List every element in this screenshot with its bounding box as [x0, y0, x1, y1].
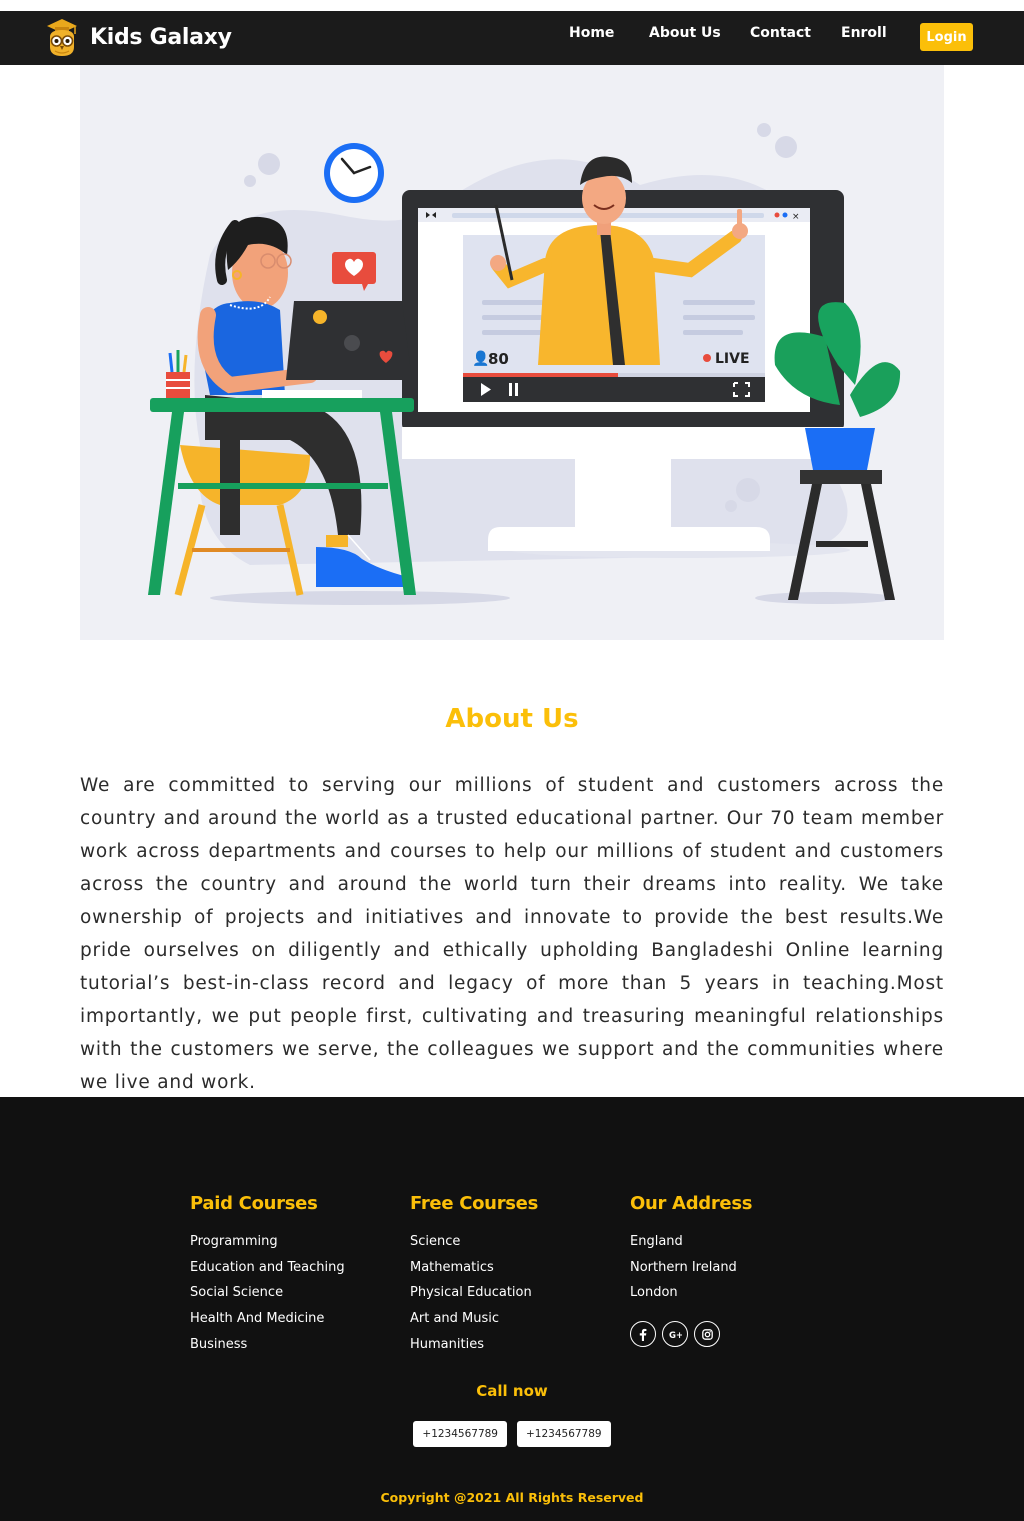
free-course-item[interactable]: Mathematics	[410, 1255, 610, 1281]
paid-course-item[interactable]: Social Science	[190, 1280, 390, 1306]
navbar: Kids Galaxy Home About Us Contact Enroll…	[0, 11, 1024, 65]
social-links: G+	[630, 1321, 830, 1348]
nav-about-us[interactable]: About Us	[649, 25, 721, 41]
free-course-item[interactable]: Physical Education	[410, 1280, 610, 1306]
phone-list: +1234567789 +1234567789	[0, 1421, 1024, 1447]
paid-courses-column: Paid Courses Programming Education and T…	[190, 1193, 390, 1358]
login-button[interactable]: Login	[920, 23, 973, 51]
call-now-title: Call now	[476, 1382, 548, 1400]
phone-button[interactable]: +1234567789	[517, 1421, 611, 1447]
nav-enroll[interactable]: Enroll	[841, 25, 887, 41]
address-line: London	[630, 1285, 678, 1301]
online-learning-illustration: × 👤 80 LIVE	[148, 123, 901, 605]
address-line: England	[630, 1234, 683, 1249]
footer: Paid Courses Programming Education and T…	[0, 1097, 1024, 1521]
instagram-icon[interactable]	[694, 1321, 720, 1348]
paid-course-item[interactable]: Health And Medicine	[190, 1306, 390, 1332]
nav-home[interactable]: Home	[569, 25, 614, 41]
free-course-item[interactable]: Humanities	[410, 1332, 610, 1358]
free-course-item[interactable]: Science	[410, 1229, 610, 1255]
phone-button[interactable]: +1234567789	[413, 1421, 507, 1447]
brand-name: Kids Galaxy	[90, 24, 232, 50]
nav-contact[interactable]: Contact	[750, 25, 811, 41]
about-text: We are committed to serving our millions…	[80, 775, 944, 1093]
free-course-item[interactable]: Art and Music	[410, 1306, 610, 1332]
svg-text:👤: 👤	[472, 350, 489, 367]
live-label: LIVE	[715, 351, 750, 367]
top-strip	[0, 0, 1024, 11]
paid-courses-title: Paid Courses	[190, 1193, 318, 1214]
about-title: About Us	[445, 704, 579, 734]
address-title: Our Address	[630, 1193, 753, 1214]
hero-banner: × 👤 80 LIVE	[80, 65, 944, 640]
paid-course-item[interactable]: Business	[190, 1332, 390, 1358]
paid-course-item[interactable]: Programming	[190, 1229, 390, 1255]
copyright: Copyright @2021 All Rights Reserved	[380, 1490, 644, 1505]
address-line: Northern Ireland	[630, 1259, 737, 1275]
viewer-count: 80	[488, 350, 509, 368]
owl-graduation-icon	[47, 19, 77, 56]
svg-text:×: ×	[792, 212, 800, 222]
svg-text:G+: G+	[669, 1331, 682, 1339]
brand[interactable]: Kids Galaxy	[46, 17, 232, 57]
paid-course-item[interactable]: Education and Teaching	[190, 1255, 390, 1281]
free-courses-title: Free Courses	[410, 1193, 539, 1214]
address-column: Our Address England Northern Ireland Lon…	[630, 1193, 830, 1348]
free-courses-column: Free Courses Science Mathematics Physica…	[410, 1193, 610, 1358]
google-plus-icon[interactable]: G+	[662, 1321, 688, 1348]
facebook-icon[interactable]	[630, 1321, 656, 1348]
